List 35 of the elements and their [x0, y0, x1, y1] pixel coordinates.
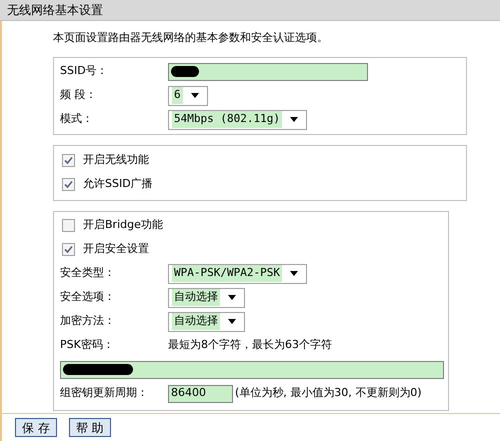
caret-icon	[228, 295, 236, 300]
page-title: 无线网络基本设置	[0, 0, 500, 21]
field-label: PSK密码：	[60, 337, 115, 354]
caret-icon	[290, 117, 298, 122]
caret-icon	[190, 93, 199, 98]
intro-text: 本页面设置路由器无线网络的基本参数和安全认证选项。	[53, 30, 329, 46]
field-label: 安全类型：	[60, 265, 116, 282]
dropdown[interactable]: WPA-PSK/WPA2-PSK	[168, 264, 307, 284]
checkbox-label: 开启Bridge功能	[83, 217, 163, 234]
password-field[interactable]	[60, 360, 444, 378]
hint-text: (单位为秒, 最小值为30, 不更新则为0)	[235, 385, 422, 402]
dropdown[interactable]: 自动选择	[168, 312, 245, 332]
text-field[interactable]	[168, 62, 368, 80]
checkbox[interactable]	[62, 219, 75, 232]
caret-icon	[290, 271, 298, 276]
field-label: 频 段：	[60, 87, 98, 104]
checkbox[interactable]	[62, 243, 75, 256]
checkbox-label: 开启无线功能	[83, 152, 149, 168]
toolbar-button[interactable]: 保 存	[15, 418, 57, 437]
field-label: 安全选项：	[60, 289, 116, 306]
dropdown[interactable]: 54Mbps (802.11g)	[168, 110, 307, 130]
dropdown[interactable]: 自动选择	[168, 288, 245, 308]
dropdown[interactable]: 6	[168, 86, 208, 106]
checkbox-label: 开启安全设置	[83, 241, 149, 258]
checkbox-label: 允许SSID广播	[83, 176, 153, 192]
checkbox[interactable]	[62, 178, 75, 191]
text-field[interactable]: 86400	[168, 384, 233, 402]
toolbar-button[interactable]: 帮 助	[68, 418, 111, 437]
caret-icon	[228, 319, 236, 324]
field-label: 组密钥更新周期：	[60, 385, 149, 402]
field-label: 模式：	[60, 111, 94, 128]
field-label: SSID号：	[60, 63, 109, 80]
checkbox[interactable]	[62, 154, 75, 167]
field-label: 加密方法：	[60, 313, 116, 330]
hint-text: 最短为8个字符，最长为63个字符	[168, 337, 332, 354]
